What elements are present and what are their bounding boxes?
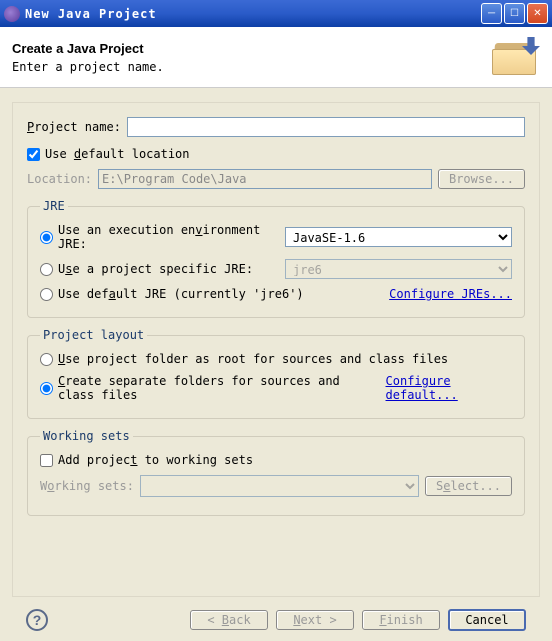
browse-button: Browse... [438,169,525,189]
project-layout-group: Project layout Use project folder as roo… [27,328,525,419]
use-default-location-checkbox[interactable] [27,148,40,161]
add-working-sets-checkbox[interactable] [40,454,53,467]
layout-root-radio[interactable] [40,353,53,366]
jre-specific-label: Use a project specific JRE: [58,262,253,276]
wizard-header: Create a Java Project Enter a project na… [0,27,552,88]
project-name-input[interactable] [127,117,525,137]
finish-button: Finish [362,610,440,630]
window-title: New Java Project [25,7,481,21]
jre-default-label: Use default JRE (currently 'jre6') [58,287,304,301]
jre-legend: JRE [40,199,68,213]
page-subtitle: Enter a project name. [12,60,492,74]
use-default-location-label: Use default location [45,147,190,161]
working-sets-label: Working sets: [40,479,134,493]
jre-exec-env-select[interactable]: JavaSE-1.6 [285,227,512,247]
working-sets-legend: Working sets [40,429,133,443]
add-working-sets-label: Add project to working sets [58,453,253,467]
help-icon[interactable]: ? [26,609,48,631]
wizard-folder-icon [492,37,540,77]
cancel-button[interactable]: Cancel [448,609,526,631]
title-bar: New Java Project ─ ☐ ✕ [0,0,552,27]
project-layout-legend: Project layout [40,328,147,342]
layout-separate-label: Create separate folders for sources and … [58,374,381,402]
close-button[interactable]: ✕ [527,3,548,24]
minimize-button[interactable]: ─ [481,3,502,24]
working-sets-group: Working sets Add project to working sets… [27,429,525,516]
jre-specific-select: jre6 [285,259,512,279]
maximize-button[interactable]: ☐ [504,3,525,24]
wizard-footer: ? < Back Next > Finish Cancel [12,597,540,631]
layout-separate-radio[interactable] [40,382,53,395]
configure-jres-link[interactable]: Configure JREs... [389,287,512,301]
next-button: Next > [276,610,354,630]
page-title: Create a Java Project [12,41,492,56]
app-icon [4,6,20,22]
location-input [98,169,432,189]
working-sets-select [140,475,419,497]
back-button: < Back [190,610,268,630]
location-label: Location: [27,172,92,186]
layout-root-label: Use project folder as root for sources a… [58,352,448,366]
project-name-label: Project name: [27,120,121,134]
jre-default-radio[interactable] [40,288,53,301]
jre-exec-env-radio[interactable] [40,231,53,244]
jre-group: JRE Use an execution environment JRE: Ja… [27,199,525,318]
configure-default-link[interactable]: Configure default... [386,374,512,402]
jre-specific-radio[interactable] [40,263,53,276]
select-working-sets-button: Select... [425,476,512,496]
jre-exec-env-label: Use an execution environment JRE: [58,223,280,251]
